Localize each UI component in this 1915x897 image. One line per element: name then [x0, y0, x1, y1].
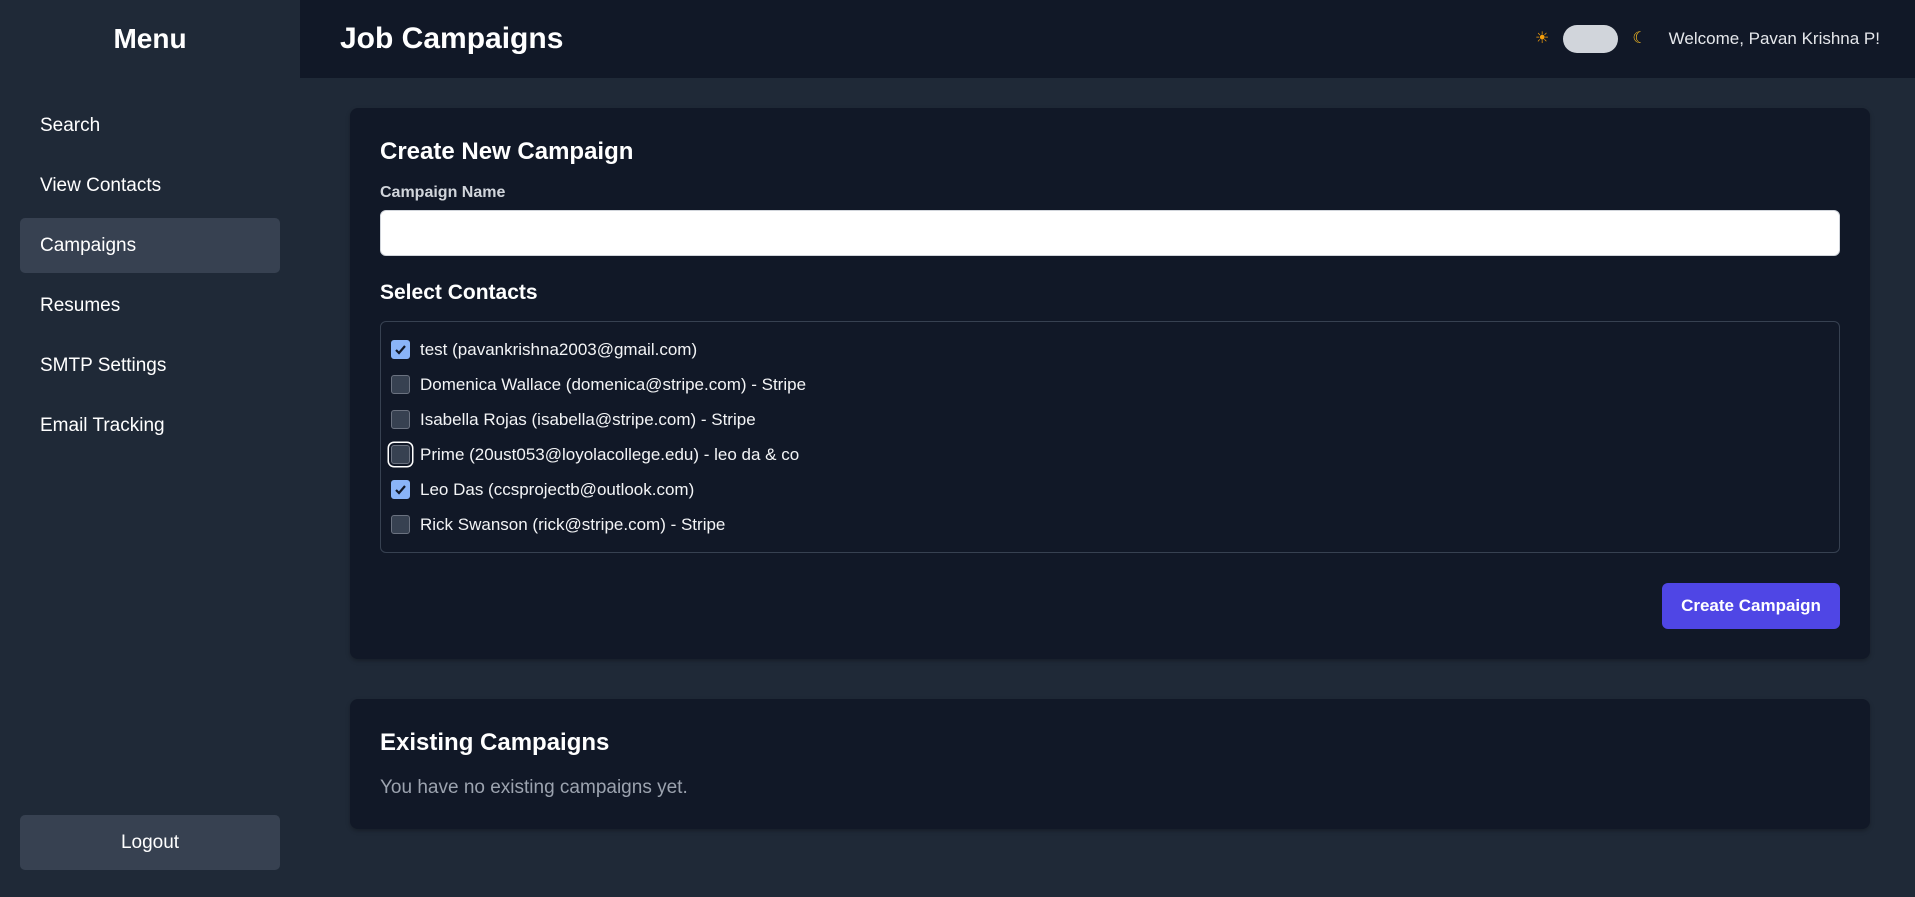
contacts-list: test (pavankrishna2003@gmail.com) Domeni…	[380, 321, 1840, 553]
contact-item: Rick Swanson (rick@stripe.com) - Stripe	[391, 507, 1829, 542]
select-contacts-heading: Select Contacts	[380, 281, 538, 304]
sidebar-item-campaigns[interactable]: Campaigns	[20, 218, 280, 273]
contact-label: Domenica Wallace (domenica@stripe.com) -…	[420, 374, 807, 394]
sidebar-item-search[interactable]: Search	[20, 98, 280, 153]
contact-label: Rick Swanson (rick@stripe.com) - Stripe	[420, 514, 726, 534]
contact-item: Isabella Rojas (isabella@stripe.com) - S…	[391, 402, 1829, 437]
create-campaign-button[interactable]: Create Campaign	[1662, 583, 1840, 629]
contact-label: test (pavankrishna2003@gmail.com)	[420, 339, 698, 359]
contact-checkbox[interactable]	[391, 410, 410, 429]
sidebar-item-view-contacts[interactable]: View Contacts	[20, 158, 280, 213]
theme-toggle[interactable]	[1563, 25, 1619, 53]
sidebar-item-resumes[interactable]: Resumes	[20, 278, 280, 333]
sidebar-item-email-tracking[interactable]: Email Tracking	[20, 398, 280, 453]
contact-checkbox[interactable]	[391, 340, 410, 359]
existing-campaigns-heading: Existing Campaigns	[380, 729, 610, 756]
existing-campaigns-card: Existing Campaigns You have no existing …	[350, 699, 1870, 829]
moon-icon: ☾	[1632, 30, 1647, 47]
contact-item: Prime (20ust053@loyolacollege.edu) - leo…	[391, 437, 1829, 472]
contact-item: Domenica Wallace (domenica@stripe.com) -…	[391, 367, 1829, 402]
page-title: Job Campaigns	[340, 22, 564, 55]
sun-icon: ☀	[1534, 30, 1550, 47]
main-content: Create New Campaign Campaign Name Select…	[300, 78, 1915, 829]
sidebar-title: Menu	[113, 23, 187, 54]
contact-checkbox[interactable]	[391, 480, 410, 499]
logout-button[interactable]: Logout	[20, 815, 280, 870]
campaign-name-label: Campaign Name	[380, 184, 506, 201]
create-campaign-heading: Create New Campaign	[380, 138, 634, 165]
contact-label: Leo Das (ccsprojectb@outlook.com)	[420, 479, 695, 499]
contact-checkbox[interactable]	[391, 515, 410, 534]
empty-campaigns-message: You have no existing campaigns yet.	[380, 777, 688, 798]
top-bar: Job Campaigns ☀ ☾ Welcome, Pavan Krishna…	[300, 0, 1915, 78]
welcome-text: Welcome, Pavan Krishna P!	[1668, 29, 1880, 48]
campaign-name-input[interactable]	[380, 210, 1840, 256]
app: Menu Search View Contacts Campaigns Resu…	[0, 0, 1915, 897]
sidebar-item-smtp-settings[interactable]: SMTP Settings	[20, 338, 280, 393]
create-campaign-card: Create New Campaign Campaign Name Select…	[350, 108, 1870, 659]
sidebar: Menu Search View Contacts Campaigns Resu…	[0, 0, 300, 897]
header-actions: ☀ ☾ Welcome, Pavan Krishna P!	[1535, 25, 1880, 53]
main-area: Job Campaigns ☀ ☾ Welcome, Pavan Krishna…	[300, 0, 1915, 897]
form-actions: Create Campaign	[380, 583, 1840, 629]
contact-item: Leo Das (ccsprojectb@outlook.com)	[391, 472, 1829, 507]
contact-label: Prime (20ust053@loyolacollege.edu) - leo…	[420, 444, 800, 464]
contact-item: test (pavankrishna2003@gmail.com)	[391, 332, 1829, 367]
check-icon	[395, 485, 406, 495]
contact-checkbox[interactable]	[391, 445, 410, 464]
contact-checkbox[interactable]	[391, 375, 410, 394]
check-icon	[395, 345, 406, 355]
contact-label: Isabella Rojas (isabella@stripe.com) - S…	[420, 409, 756, 429]
sidebar-nav: Search View Contacts Campaigns Resumes S…	[0, 78, 300, 453]
